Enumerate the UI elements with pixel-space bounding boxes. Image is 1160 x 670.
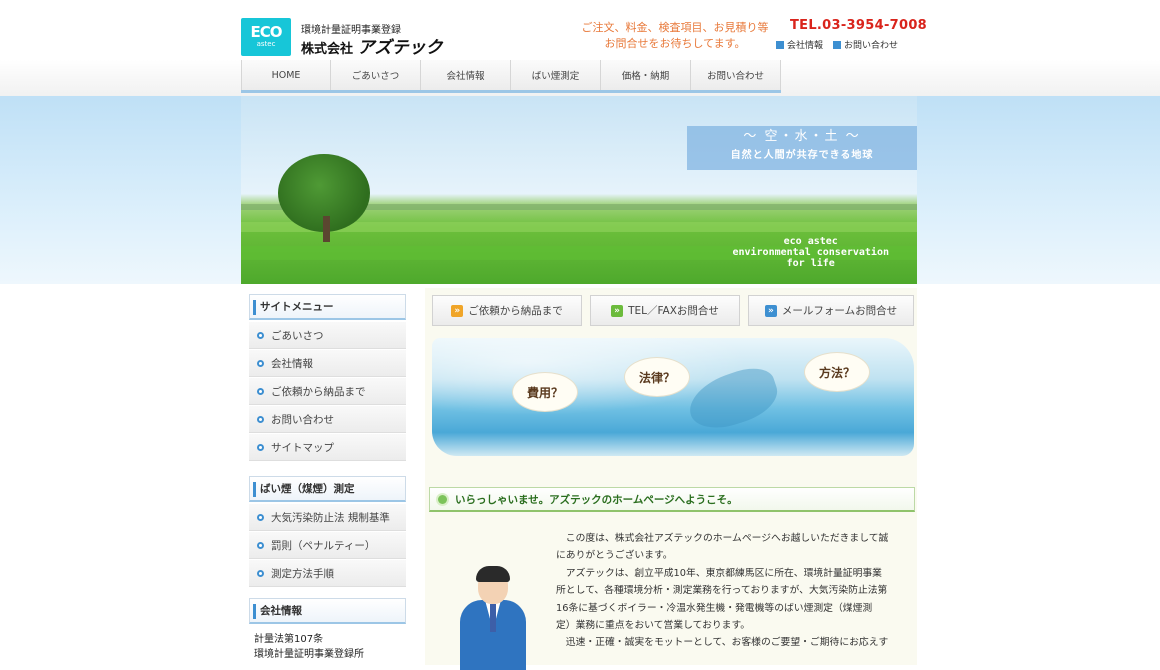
- bubble-cost: 費用？: [512, 372, 578, 412]
- welcome-text: いらっしゃいませ。アズテックのホームページへようこそ。: [455, 493, 738, 506]
- sidebar-item-label: 大気汚染防止法 規制基準: [271, 511, 390, 524]
- sidebar-item-greeting[interactable]: ごあいさつ: [249, 322, 406, 349]
- mail-form-button[interactable]: » メールフォームお問合せ: [748, 295, 914, 326]
- circle-bullet-icon: [257, 331, 264, 339]
- tree-trunk: [323, 216, 330, 242]
- circle-bullet-icon: [257, 513, 264, 521]
- sidebar-item-company[interactable]: 会社情報: [249, 350, 406, 377]
- welcome-heading: いらっしゃいませ。アズテックのホームページへようこそ。: [429, 487, 915, 512]
- hero-caption: 〜 空・水・土 〜 自然と人間が共存できる地球: [687, 126, 917, 170]
- square-bullet-icon: [776, 40, 784, 49]
- header-link-company[interactable]: 会社情報: [776, 38, 823, 51]
- hero-caption-title: 〜 空・水・土 〜: [743, 129, 861, 144]
- square-bullet-icon: [833, 40, 842, 49]
- circle-bullet-icon: [257, 569, 264, 577]
- green-dot-icon: [438, 494, 447, 504]
- circle-bullet-icon: [257, 387, 264, 395]
- header-link-label: お問い合わせ: [844, 41, 899, 51]
- intro-line: 定）業務に重点をおいて営業しております。: [556, 620, 751, 632]
- sidebar-item-label: ごあいさつ: [271, 329, 324, 342]
- arrow-right-icon: »: [451, 304, 464, 317]
- company-name[interactable]: 株式会社 アズテック: [301, 33, 443, 58]
- nav-company[interactable]: 会社情報: [421, 60, 511, 90]
- intro-text: この度は、株式会社アズテックのホームページへお越しいただきまして誠 にありがとう…: [556, 530, 916, 652]
- eco-logo[interactable]: ECO astec: [241, 18, 291, 56]
- company-brand: アズテック: [357, 38, 443, 58]
- sidebar-item-penalty[interactable]: 罰則（ペナルティー）: [249, 532, 406, 559]
- nav-home[interactable]: HOME: [241, 60, 331, 90]
- person-tie: [490, 604, 496, 632]
- order-flow-label: ご依頼から納品まで: [468, 305, 563, 317]
- logo-eco-text: ECO: [250, 23, 282, 41]
- inquiry-message: ご注文、料金、検査項目、お見積り等 お問合せをお待ちしてます。: [560, 20, 790, 52]
- tel-fax-label: TEL／FAXお問合せ: [628, 305, 719, 317]
- nav-greeting[interactable]: ごあいさつ: [331, 60, 421, 90]
- sidebar-item-label: サイトマップ: [271, 441, 334, 454]
- intro-line: 16条に基づくボイラー・冷温水発生機・発電機等のばい煙測定（煤煙測: [556, 602, 873, 614]
- circle-bullet-icon: [257, 541, 264, 549]
- sidebar-item-label: 罰則（ペナルティー）: [271, 539, 376, 552]
- sidebar-item-label: お問い合わせ: [271, 413, 334, 426]
- hero-eng-line-2: environmental conservation: [732, 247, 889, 258]
- sidebar-item-sitemap[interactable]: サイトマップ: [249, 434, 406, 461]
- sidebar-item-label: ご依頼から納品まで: [271, 385, 366, 398]
- order-flow-button[interactable]: » ご依頼から納品まで: [432, 295, 582, 326]
- intro-line: 迅速・正確・誠実をモットーとして、お客様のご要望・ご期待にお応えす: [556, 637, 889, 649]
- circle-bullet-icon: [257, 415, 264, 423]
- sidebar-item-label: 測定方法手順: [271, 567, 334, 580]
- nav-price[interactable]: 価格・納期: [601, 60, 691, 90]
- sidebar-smoke-title: ばい煙（煤煙）測定: [249, 476, 406, 502]
- sidebar-item-contact[interactable]: お問い合わせ: [249, 406, 406, 433]
- logo-astec-text: astec: [256, 40, 276, 48]
- hero-english-text: eco astec environmental conservation for…: [732, 236, 889, 269]
- info-line-1: 計量法第107条: [254, 634, 324, 645]
- intro-line: にありがとうございます。: [556, 550, 673, 562]
- sidebar-info-title: 会社情報: [249, 598, 406, 624]
- mail-form-label: メールフォームお問合せ: [781, 305, 898, 317]
- global-nav: HOME ごあいさつ 会社情報 ばい煙測定 価格・納期 お問い合わせ: [241, 60, 781, 93]
- sidebar-item-label: 会社情報: [271, 357, 313, 370]
- company-prefix: 株式会社: [301, 42, 354, 57]
- intro-line: この度は、株式会社アズテックのホームページへお越しいただきまして誠: [556, 533, 889, 544]
- nav-contact[interactable]: お問い合わせ: [691, 60, 781, 90]
- arrow-right-icon: »: [611, 304, 624, 317]
- circle-bullet-icon: [257, 359, 264, 367]
- sidebar-item-procedure[interactable]: 測定方法手順: [249, 560, 406, 587]
- hero-image: 〜 空・水・土 〜 自然と人間が共存できる地球 eco astec enviro…: [241, 96, 917, 284]
- hero-eng-line-1: eco astec: [783, 236, 838, 247]
- person-hair: [476, 566, 510, 582]
- circle-bullet-icon: [257, 443, 264, 451]
- intro-line: 所として、各種環境分析・測定業務を行っておりますが、大気汚染防止法第: [556, 585, 888, 597]
- hero-caption-subtitle: 自然と人間が共存できる地球: [730, 150, 874, 161]
- header-link-contact[interactable]: お問い合わせ: [833, 38, 898, 51]
- bubble-method: 方法？: [804, 352, 870, 392]
- tel-fax-button[interactable]: » TEL／FAXお問合せ: [590, 295, 740, 326]
- sidebar-menu-title: サイトメニュー: [249, 294, 406, 320]
- arrow-right-icon: »: [764, 304, 777, 317]
- info-line-2: 環境計量証明事業登録所: [254, 649, 364, 660]
- nav-smoke-measurement[interactable]: ばい煙測定: [511, 60, 601, 90]
- company-registration: 計量法第107条 環境計量証明事業登録所: [254, 632, 364, 662]
- phone-number: TEL.03-3954-7008: [790, 18, 928, 33]
- inquiry-line-1: ご注文、料金、検査項目、お見積り等: [581, 21, 769, 34]
- header-links: 会社情報 お問い合わせ: [776, 38, 898, 51]
- intro-line: アズテックは、創立平成10年、東京都練馬区に所在、環境計量証明事業: [556, 567, 882, 579]
- header-link-label: 会社情報: [787, 41, 824, 51]
- bubble-law: 法律？: [624, 357, 690, 397]
- hero-eng-line-3: for life: [786, 258, 835, 269]
- inquiry-line-2: お問合せをお待ちしてます。: [604, 37, 746, 50]
- sidebar-item-order-flow[interactable]: ご依頼から納品まで: [249, 378, 406, 405]
- sidebar-item-regulation[interactable]: 大気汚染防止法 規制基準: [249, 504, 406, 531]
